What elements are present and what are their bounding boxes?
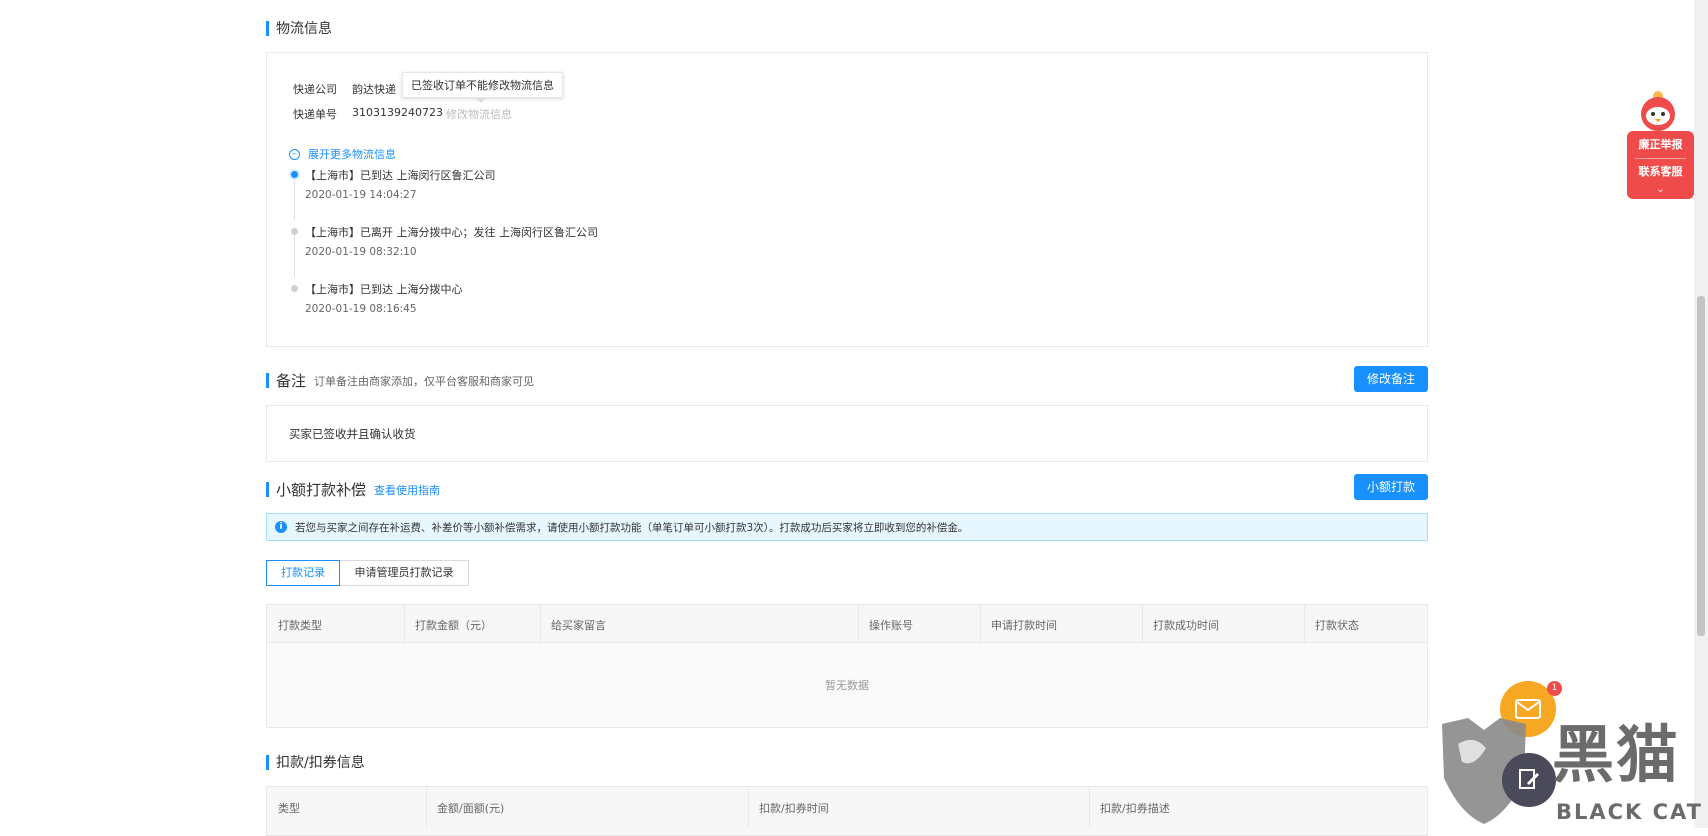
page-scrollbar-thumb[interactable] [1697, 296, 1705, 636]
title-bar [266, 20, 269, 36]
timeline-event: 【上海市】已到达 上海分拨中心 [305, 283, 463, 296]
remark-content: 买家已签收并且确认收货 [289, 427, 416, 441]
column-divider [404, 605, 405, 642]
remark-panel: 买家已签收并且确认收货 [266, 405, 1428, 462]
logistics-title: 物流信息 [276, 21, 332, 37]
chevron-down-icon[interactable]: ⌄ [1627, 185, 1694, 195]
timeline-time: 2020-01-19 08:32:10 [305, 246, 417, 258]
side-service-widget: 廉正举报 联系客服 ⌄ [1627, 131, 1694, 199]
column-header: 类型 [278, 802, 300, 815]
remark-subtitle: 订单备注由商家添加，仅平台客服和商家可见 [314, 374, 535, 388]
column-divider [426, 787, 427, 827]
usage-guide-link[interactable]: 查看使用指南 [374, 482, 440, 498]
column-header: 给买家留言 [551, 619, 606, 632]
deduction-title: 扣款/扣券信息 [276, 755, 365, 771]
info-icon: i [275, 521, 287, 533]
expand-logistics-toggle[interactable]: − 展开更多物流信息 [289, 146, 396, 162]
column-header: 扣款/扣券描述 [1100, 802, 1170, 815]
modify-disabled-tooltip: 已签收订单不能修改物流信息 [402, 72, 563, 98]
remark-title: 备注 [276, 372, 307, 390]
compensation-section-title: 小额打款补偿 查看使用指南 [266, 479, 440, 500]
column-divider [1089, 787, 1090, 827]
column-header: 打款类型 [278, 619, 322, 632]
timeline-time: 2020-01-19 08:16:45 [305, 303, 417, 315]
title-bar [266, 373, 269, 388]
tooltip-arrow [476, 98, 486, 103]
watermark-cn: 黑猫 [1552, 718, 1681, 791]
logistics-panel: 快递公司 韵达快递 已签收订单不能修改物流信息 快递单号 31031392407… [266, 52, 1428, 347]
timeline-event: 【上海市】已离开 上海分拨中心；发往 上海闵行区鲁汇公司 [305, 226, 598, 239]
title-bar [266, 754, 269, 770]
tab-admin-payment-records[interactable]: 申请管理员打款记录 [340, 560, 469, 586]
page-scrollbar-track[interactable] [1694, 0, 1708, 828]
message-count-badge: 1 [1547, 681, 1562, 696]
column-header: 金额/面额(元) [437, 802, 505, 815]
column-header: 打款金额（元） [415, 619, 492, 632]
column-header: 扣款/扣券时间 [759, 802, 829, 815]
timeline-time: 2020-01-19 14:04:27 [305, 189, 417, 201]
tracking-number: 3103139240723 [352, 106, 443, 119]
small-payment-button[interactable]: 小额打款 [1354, 474, 1428, 500]
info-alert: i 若您与买家之间存在补运费、补差价等小额补偿需求，请使用小额打款功能（单笔订单… [266, 513, 1428, 541]
payment-records-table: 打款类型 打款金额（元） 给买家留言 操作账号 申请打款时间 打款成功时间 打款… [266, 604, 1428, 728]
column-divider [540, 605, 541, 642]
edit-floating-button[interactable] [1502, 753, 1556, 807]
compensation-title: 小额打款补偿 [276, 481, 367, 499]
timeline-dot [291, 228, 298, 235]
timeline-connector [294, 231, 295, 277]
company-label: 快递公司 [293, 83, 337, 96]
remark-section-title: 备注 订单备注由商家添加，仅平台客服和商家可见 [266, 370, 534, 391]
timeline-dot [291, 285, 298, 292]
column-header: 打款成功时间 [1153, 619, 1219, 632]
column-divider [748, 787, 749, 827]
collapse-circle-icon: − [289, 148, 300, 160]
edit-icon [1519, 769, 1539, 789]
column-header: 打款状态 [1315, 619, 1359, 632]
empty-state: 暂无数据 [825, 679, 869, 692]
modify-logistics-link[interactable]: 修改物流信息 [446, 106, 512, 122]
tab-payment-records[interactable]: 打款记录 [266, 560, 340, 586]
timeline-event: 【上海市】已到达 上海闵行区鲁汇公司 [305, 169, 496, 182]
contact-service-button[interactable]: 联系客服 [1627, 159, 1694, 185]
watermark-en: BLACK CAT [1556, 800, 1703, 824]
column-divider [1304, 605, 1305, 642]
column-divider [1142, 605, 1143, 642]
tracking-label: 快递单号 [293, 108, 337, 121]
tooltip-text: 已签收订单不能修改物流信息 [411, 79, 554, 92]
timeline-connector [294, 174, 295, 220]
logistics-section-title: 物流信息 [266, 18, 332, 38]
timeline-dot-active [291, 171, 298, 178]
edit-remark-button[interactable]: 修改备注 [1354, 366, 1428, 392]
column-header: 申请打款时间 [991, 619, 1057, 632]
report-button[interactable]: 廉正举报 [1627, 131, 1694, 158]
deduction-section-title: 扣款/扣券信息 [266, 752, 365, 772]
expand-logistics-link: 展开更多物流信息 [308, 148, 396, 161]
info-alert-text: 若您与买家之间存在补运费、补差价等小额补偿需求，请使用小额打款功能（单笔订单可小… [295, 521, 969, 534]
column-divider [980, 605, 981, 642]
deduction-table: 类型 金额/面额(元) 扣款/扣券时间 扣款/扣券描述 [266, 786, 1428, 836]
company-value: 韵达快递 [352, 83, 396, 96]
column-divider [858, 605, 859, 642]
column-header: 操作账号 [869, 619, 913, 632]
title-bar [266, 482, 269, 497]
mascot-icon [1636, 88, 1680, 132]
